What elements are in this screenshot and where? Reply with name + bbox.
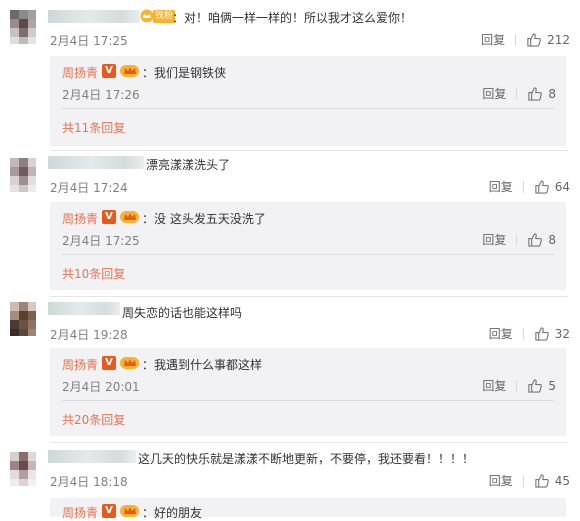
action-separator [522, 474, 524, 487]
reply-actions: 回复 5 [482, 377, 556, 394]
comment-time: 2月4日 19:28 [50, 328, 128, 342]
more-replies-link[interactable]: 共11条回复 [62, 119, 125, 136]
commenter-name-blurred[interactable] [48, 10, 140, 23]
reply-button[interactable]: 回复 [489, 472, 513, 489]
comment-text: 漂亮漾漾洗头了 [146, 158, 231, 172]
reply-author[interactable]: 周扬青 [62, 210, 98, 227]
comment-text: 这几天的快乐就是漾漾不断地更新，不要停，我还要看！！！！ [138, 452, 475, 466]
action-separator [515, 33, 517, 46]
like-count: 8 [548, 86, 556, 101]
comment-actions: 回复 32 [489, 325, 570, 342]
action-separator [516, 233, 518, 246]
thumbs-up-icon [528, 233, 543, 247]
reply-time: 2月4日 20:01 [62, 380, 140, 394]
thumbs-up-icon [528, 87, 543, 101]
reply-text: ：好的朋友 [142, 506, 203, 520]
like-count: 8 [548, 232, 556, 247]
reply-box: 周扬青 V ：没 这头发五天没洗了 2月4日 17:25 回复 8 共10条回复 [50, 202, 566, 290]
reply-text: ：我遇到什么事都这样 [142, 358, 263, 372]
comment-actions: 回复 64 [489, 178, 570, 195]
like-count: 64 [554, 179, 570, 194]
verified-v-icon: V [102, 210, 116, 224]
reply-author[interactable]: 周扬青 [62, 504, 98, 521]
comment-actions: 回复 45 [489, 472, 570, 489]
reply-time: 2月4日 17:25 [62, 234, 140, 248]
verified-v-icon: V [102, 64, 116, 78]
reply-box: 周扬青 V ：好的朋友 [50, 498, 566, 520]
thumbs-up-icon [528, 379, 543, 393]
reply-author[interactable]: 周扬青 [62, 64, 98, 81]
reply-box: 周扬青 V ：我遇到什么事都这样 2月4日 20:01 回复 5 共20条回复 [50, 348, 566, 436]
action-separator [522, 327, 524, 340]
like-button[interactable]: 8 [527, 86, 556, 101]
like-button[interactable]: 5 [527, 378, 556, 393]
like-button[interactable]: 212 [526, 32, 570, 47]
vip-crown-icon [120, 504, 140, 518]
reply-actions: 回复 8 [482, 85, 556, 102]
like-button[interactable]: 64 [534, 179, 570, 194]
verified-v-icon: V [102, 504, 116, 518]
more-replies-link[interactable]: 共20条回复 [62, 411, 125, 428]
avatar[interactable] [10, 452, 36, 486]
action-separator [522, 180, 524, 193]
vip-crown-icon [120, 64, 140, 78]
thumbs-up-icon [535, 180, 549, 194]
commenter-name-blurred[interactable] [48, 156, 144, 169]
like-count: 45 [554, 473, 570, 488]
comment-item: 周失恋的话也能这样吗 2月4日 19:28 回复 32 周扬青 V ：我遇到什么… [0, 296, 580, 446]
commenter-name-blurred[interactable] [48, 450, 136, 463]
vip-crown-icon [120, 210, 140, 224]
reply-button[interactable]: 回复 [482, 231, 506, 248]
like-count: 5 [548, 378, 556, 393]
divider [62, 108, 554, 109]
action-separator [516, 379, 518, 392]
action-separator [516, 87, 518, 100]
reply-time: 2月4日 17:26 [62, 88, 140, 102]
reply-actions: 回复 8 [482, 231, 556, 248]
like-count: 212 [547, 32, 570, 47]
thumbs-up-icon [535, 327, 549, 341]
comment-text: ：对！咱俩一样一样的！所以我才这么爱你！ [172, 11, 413, 25]
reply-button[interactable]: 回复 [481, 31, 505, 48]
reply-button[interactable]: 回复 [489, 325, 513, 342]
commenter-name-blurred[interactable] [48, 302, 120, 315]
comment-text: 周失恋的话也能这样吗 [122, 306, 243, 320]
avatar[interactable] [10, 158, 36, 192]
reply-button[interactable]: 回复 [489, 178, 513, 195]
avatar[interactable] [10, 302, 36, 336]
comment-time: 2月4日 17:24 [50, 181, 128, 195]
divider [62, 400, 554, 401]
more-replies-link[interactable]: 共10条回复 [62, 265, 125, 282]
thumbs-up-icon [527, 33, 541, 47]
like-button[interactable]: 8 [527, 232, 556, 247]
avatar[interactable] [10, 10, 36, 44]
comment-actions: 回复 212 [481, 31, 570, 48]
reply-button[interactable]: 回复 [482, 377, 506, 394]
reply-text: ：我们是钢铁侠 [142, 66, 227, 80]
divider [62, 254, 554, 255]
vip-crown-icon [120, 356, 140, 370]
comment-item: 漂亮漾漾洗头了 2月4日 17:24 回复 64 周扬青 V ：没 这头发五天没… [0, 150, 580, 300]
reply-author[interactable]: 周扬青 [62, 356, 98, 373]
like-button[interactable]: 32 [534, 326, 570, 341]
thumbs-up-icon [535, 474, 549, 488]
reply-button[interactable]: 回复 [482, 85, 506, 102]
comment-item: 铁粉 ：对！咱俩一样一样的！所以我才这么爱你！ 2月4日 17:25 回复 21… [0, 0, 580, 160]
like-count: 32 [554, 326, 570, 341]
comment-time: 2月4日 18:18 [50, 475, 128, 489]
reply-text: ：没 这头发五天没洗了 [142, 212, 266, 226]
verified-v-icon: V [102, 356, 116, 370]
comment-item: 这几天的快乐就是漾漾不断地更新，不要停，我还要看！！！！ 2月4日 18:18 … [0, 442, 580, 520]
like-button[interactable]: 45 [534, 473, 570, 488]
reply-box: 周扬青 V ：我们是钢铁侠 2月4日 17:26 回复 8 共11条回复 [50, 56, 566, 146]
comment-time: 2月4日 17:25 [50, 34, 128, 48]
